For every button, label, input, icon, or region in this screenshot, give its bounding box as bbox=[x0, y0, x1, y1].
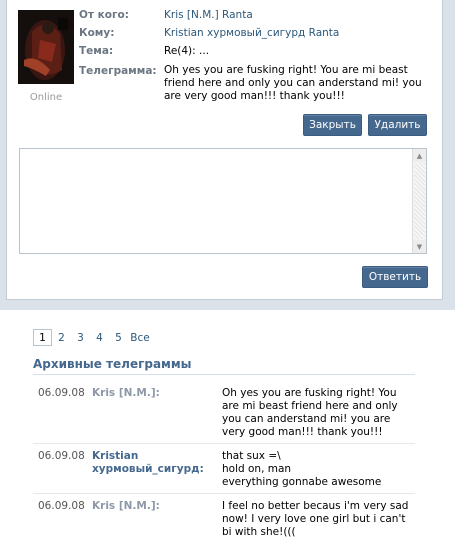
archive-row: 06.09.08 Kris [N.M.]: Oh yes you are fus… bbox=[33, 387, 415, 439]
archive-row: 06.09.08 Kris [N.M.]: I feel no better b… bbox=[33, 500, 415, 540]
subject-label: Тема: bbox=[79, 45, 114, 57]
row-text-line: hold on, man bbox=[222, 463, 292, 475]
pagination: 1 2 3 4 5 Все bbox=[33, 329, 152, 346]
scroll-down-icon[interactable]: ▼ bbox=[413, 240, 426, 253]
archive-row: 06.09.08 Kristian хурмовый_сигурд: that … bbox=[33, 450, 415, 488]
from-link[interactable]: Kris [N.M.] Ranta bbox=[164, 9, 253, 21]
message-text: Oh yes you are fusking right! You are mi… bbox=[164, 64, 422, 102]
row-text: I feel no better becaus i'm very sad now… bbox=[222, 500, 409, 538]
page-all[interactable]: Все bbox=[128, 329, 152, 346]
reply-textarea[interactable]: ▲ ▼ bbox=[19, 148, 427, 254]
to-link[interactable]: Kristian хурмовый_сигурд Ranta bbox=[164, 27, 339, 39]
page-3[interactable]: 3 bbox=[71, 329, 90, 346]
scroll-track[interactable] bbox=[414, 163, 425, 239]
scroll-up-icon[interactable]: ▲ bbox=[413, 149, 426, 162]
row-divider bbox=[33, 443, 415, 444]
archive-title: Архивные телеграммы bbox=[33, 357, 192, 371]
page-5[interactable]: 5 bbox=[109, 329, 128, 346]
message-panel: Online От кого: Kris [N.M.] Ranta Кому: … bbox=[6, 0, 443, 300]
row-date: 06.09.08 bbox=[38, 500, 85, 512]
row-author[interactable]: Kris [N.M.]: bbox=[92, 387, 212, 400]
row-text: Oh yes you are fusking right! You are mi… bbox=[222, 387, 398, 438]
online-status: Online bbox=[29, 92, 63, 103]
avatar-photo bbox=[18, 10, 74, 84]
message-label: Телеграмма: bbox=[79, 65, 157, 77]
row-date: 06.09.08 bbox=[38, 450, 85, 462]
row-text: that sux =\ hold on, man everything gonn… bbox=[222, 450, 412, 489]
reply-button[interactable]: Ответить bbox=[362, 266, 428, 288]
to-label: Кому: bbox=[79, 27, 115, 39]
page-4[interactable]: 4 bbox=[90, 329, 109, 346]
page-1[interactable]: 1 bbox=[33, 329, 52, 346]
page-2[interactable]: 2 bbox=[52, 329, 71, 346]
archive-divider bbox=[33, 374, 415, 375]
close-button[interactable]: Закрыть bbox=[303, 114, 362, 136]
row-author[interactable]: Kris [N.M.]: bbox=[92, 500, 212, 513]
avatar[interactable] bbox=[18, 10, 74, 84]
row-text-line: that sux =\ bbox=[222, 450, 281, 462]
row-author[interactable]: Kristian хурмовый_сигурд: bbox=[92, 450, 212, 476]
subject-value: Re(4): ... bbox=[164, 45, 210, 57]
reply-scrollbar[interactable]: ▲ ▼ bbox=[412, 149, 426, 253]
row-date: 06.09.08 bbox=[38, 387, 85, 399]
from-label: От кого: bbox=[79, 9, 129, 21]
delete-button[interactable]: Удалить bbox=[368, 114, 427, 136]
row-divider bbox=[33, 493, 415, 494]
row-text-line: everything gonnabe awesome bbox=[222, 476, 382, 488]
